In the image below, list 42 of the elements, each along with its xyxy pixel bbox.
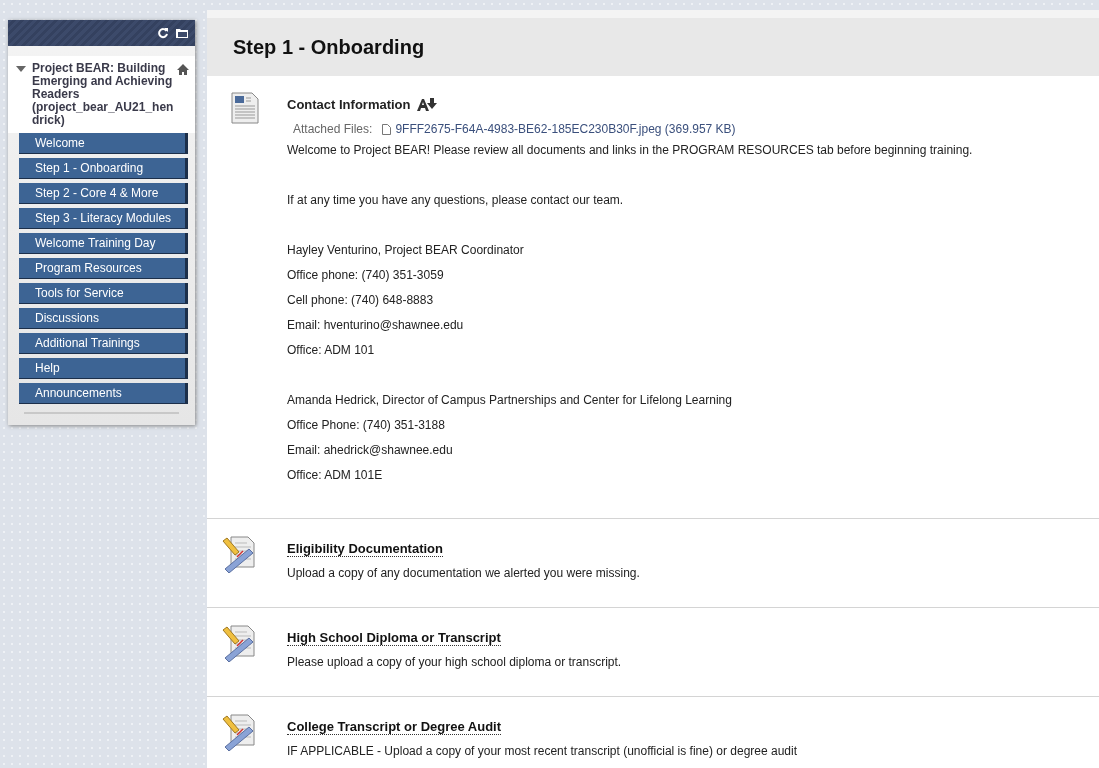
body-text: Office: ADM 101 [287, 342, 375, 359]
assignment-link[interactable]: Eligibility Documentation [287, 541, 443, 557]
body-text: Upload a copy of any documentation we alerted you were missing. [287, 565, 640, 582]
body-text: Welcome to Project BEAR! Please review all documents and links in the PROGRAM RESOURCES tab before beginning training. [287, 142, 973, 159]
body-text: If at any time you have any questions, please contact our team. [287, 192, 624, 209]
body-text: Cell phone: (740) 648-8883 [287, 292, 434, 309]
item-title: Contact Information [287, 96, 411, 112]
body-text: Amanda Hedrick, Director of Campus Partnerships and Center for Lifelong Learning [287, 392, 732, 409]
course-menu-link[interactable]: Step 1 - Onboarding [19, 158, 188, 179]
course-menu-link[interactable]: Announcements [19, 383, 188, 404]
sort-letter-icon[interactable] [416, 97, 437, 111]
document-icon [231, 92, 259, 124]
course-menu-link[interactable]: Welcome [19, 133, 188, 154]
course-menu-link[interactable]: Discussions [19, 308, 188, 329]
pencil-ruler-document-icon [221, 624, 255, 662]
refresh-icon[interactable] [157, 27, 169, 39]
home-icon[interactable] [177, 64, 189, 75]
body-text: Office phone: (740) 351-3059 [287, 267, 444, 284]
body-text: Hayley Venturino, Project BEAR Coordinator [287, 242, 524, 259]
body-text: Please upload a copy of your high school diploma or transcript. [287, 654, 622, 671]
expand-triangle-icon[interactable] [16, 66, 26, 72]
attached-files-label: Attached Files: [293, 122, 373, 136]
body-text: Email: ahedrick@shawnee.edu [287, 442, 453, 459]
body-text: Office: ADM 101E [287, 467, 383, 484]
course-menu-link[interactable]: Welcome Training Day [19, 233, 188, 254]
body-text: Email: hventurino@shawnee.edu [287, 317, 464, 334]
body-text: Office Phone: (740) 351-3188 [287, 417, 445, 434]
attachment-link[interactable]: 9FFF2675-F64A-4983-BE62-185EC230B30F.jpeg (369.957 KB) [395, 122, 736, 136]
pencil-ruler-document-icon [221, 535, 255, 573]
assignment-link[interactable]: College Transcript or Degree Audit [287, 719, 502, 735]
assignment-link[interactable]: High School Diploma or Transcript [287, 630, 501, 646]
course-menu-link[interactable]: Additional Trainings [19, 333, 188, 354]
body-text: IF APPLICABLE - Upload a copy of your most recent transcript (unofficial is fine) or degree audit [287, 743, 798, 760]
course-menu-link[interactable]: Program Resources [19, 258, 188, 279]
folder-icon[interactable] [175, 27, 189, 39]
course-menu-link[interactable]: Step 3 - Literacy Modules [19, 208, 188, 229]
pencil-ruler-document-icon [221, 713, 255, 751]
file-icon [382, 123, 392, 135]
course-menu-link[interactable]: Tools for Service [19, 283, 188, 304]
page-title: Step 1 - Onboarding [207, 10, 1099, 76]
course-menu-link[interactable]: Help [19, 358, 188, 379]
course-menu-link[interactable]: Step 2 - Core 4 & More [19, 183, 188, 204]
